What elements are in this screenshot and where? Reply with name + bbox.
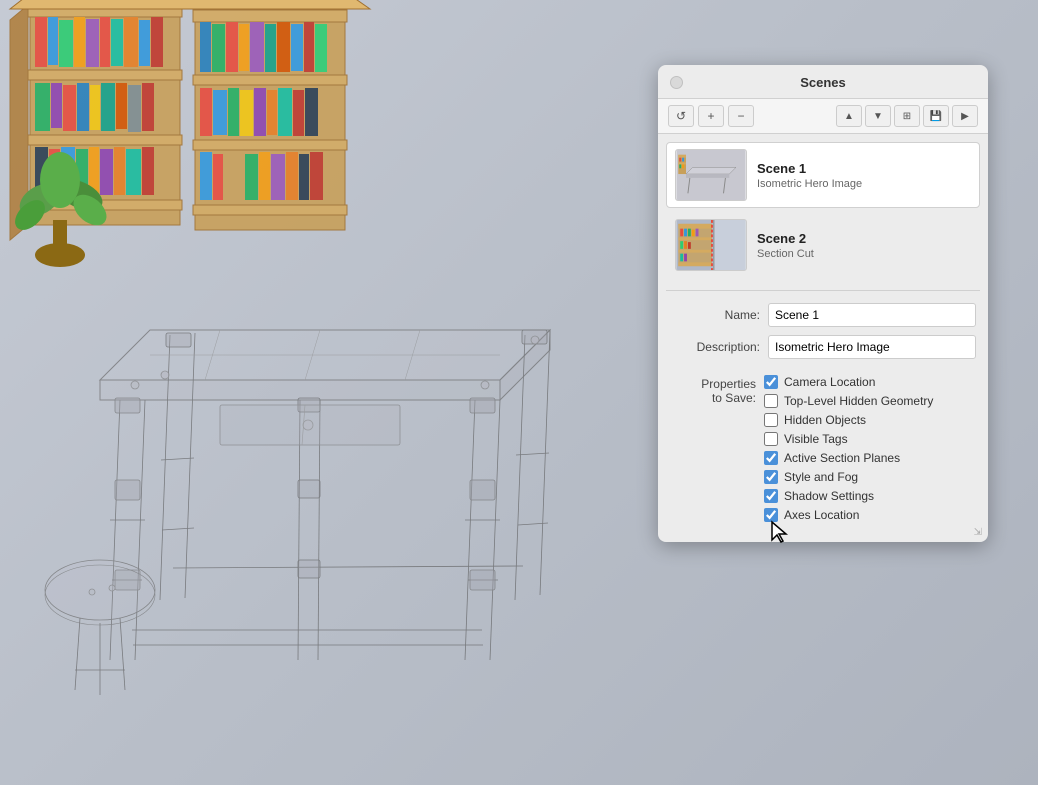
grid-view-icon: ⊞ — [903, 111, 911, 122]
properties-to-save-section: Propertiesto Save: Camera Location Top-L… — [658, 375, 988, 522]
name-row: Name: — [670, 303, 976, 327]
toolbar-right-actions: ▲ ▼ ⊞ 💾 ▶ — [836, 105, 978, 127]
hidden-objects-label: Hidden Objects — [784, 413, 866, 427]
mouse-cursor — [770, 520, 790, 544]
camera-location-label: Camera Location — [784, 375, 875, 389]
scene-1-thumbnail — [675, 149, 747, 201]
top-level-hidden-geometry-checkbox[interactable] — [764, 394, 778, 408]
name-label: Name: — [670, 308, 760, 322]
move-down-button[interactable]: ▼ — [865, 105, 891, 127]
panel-titlebar: Scenes — [658, 65, 988, 99]
top-level-hidden-geometry-label: Top-Level Hidden Geometry — [784, 394, 933, 408]
save-icon: 💾 — [930, 111, 942, 122]
hidden-objects-checkbox[interactable] — [764, 413, 778, 427]
scene-1-name: Scene 1 — [757, 161, 971, 176]
scenes-panel: Scenes ↺ + − ▲ ▼ ⊞ 💾 ▶ — [658, 65, 988, 542]
scene-item-2[interactable]: Scene 2 Section Cut — [666, 212, 980, 278]
grid-view-button[interactable]: ⊞ — [894, 105, 920, 127]
add-icon: + — [707, 109, 714, 123]
description-input[interactable] — [768, 335, 976, 359]
visible-tags-label: Visible Tags — [784, 432, 848, 446]
checkbox-row-shadow: Shadow Settings — [764, 489, 933, 503]
save-button[interactable]: 💾 — [923, 105, 949, 127]
scene-item-1[interactable]: Scene 1 Isometric Hero Image — [666, 142, 980, 208]
checkbox-row-visible-tags: Visible Tags — [764, 432, 933, 446]
panel-title: Scenes — [800, 75, 846, 90]
resize-handle[interactable]: ⇲ — [974, 527, 982, 538]
move-up-icon: ▲ — [844, 111, 854, 122]
description-label: Description: — [670, 340, 760, 354]
active-section-planes-label: Active Section Planes — [784, 451, 900, 465]
scene-2-name: Scene 2 — [757, 231, 971, 246]
properties-to-save-label: Propertiesto Save: — [670, 375, 764, 405]
add-scene-button[interactable]: + — [698, 105, 724, 127]
desk-wireframe — [20, 200, 620, 740]
checkbox-row-hidden-objects: Hidden Objects — [764, 413, 933, 427]
scene-2-thumbnail — [675, 219, 747, 271]
active-section-planes-checkbox[interactable] — [764, 451, 778, 465]
checkboxes-container: Camera Location Top-Level Hidden Geometr… — [764, 375, 933, 522]
shadow-settings-checkbox[interactable] — [764, 489, 778, 503]
camera-location-checkbox[interactable] — [764, 375, 778, 389]
checkbox-row-camera: Camera Location — [764, 375, 933, 389]
move-down-icon: ▼ — [873, 111, 883, 122]
refresh-icon: ↺ — [676, 109, 686, 123]
checkbox-row-section-planes: Active Section Planes — [764, 451, 933, 465]
scene-2-description: Section Cut — [757, 248, 971, 260]
scene-1-description: Isometric Hero Image — [757, 178, 971, 190]
checkbox-row-hidden-geo: Top-Level Hidden Geometry — [764, 394, 933, 408]
divider — [666, 290, 980, 291]
play-button[interactable]: ▶ — [952, 105, 978, 127]
scene-2-info: Scene 2 Section Cut — [757, 231, 971, 260]
play-icon: ▶ — [961, 111, 969, 122]
remove-icon: − — [737, 109, 744, 123]
axes-location-label: Axes Location — [784, 508, 859, 522]
checkbox-row-style-fog: Style and Fog — [764, 470, 933, 484]
style-and-fog-checkbox[interactable] — [764, 470, 778, 484]
move-up-button[interactable]: ▲ — [836, 105, 862, 127]
visible-tags-checkbox[interactable] — [764, 432, 778, 446]
style-and-fog-label: Style and Fog — [784, 470, 858, 484]
description-row: Description: — [670, 335, 976, 359]
name-input[interactable] — [768, 303, 976, 327]
scene-1-info: Scene 1 Isometric Hero Image — [757, 161, 971, 190]
shadow-settings-label: Shadow Settings — [784, 489, 874, 503]
properties-section: Name: Description: — [658, 295, 988, 375]
panel-toolbar: ↺ + − ▲ ▼ ⊞ 💾 ▶ — [658, 99, 988, 134]
remove-scene-button[interactable]: − — [728, 105, 754, 127]
refresh-button[interactable]: ↺ — [668, 105, 694, 127]
scene-list: Scene 1 Isometric Hero Image — [658, 134, 988, 286]
close-button[interactable] — [670, 76, 683, 89]
